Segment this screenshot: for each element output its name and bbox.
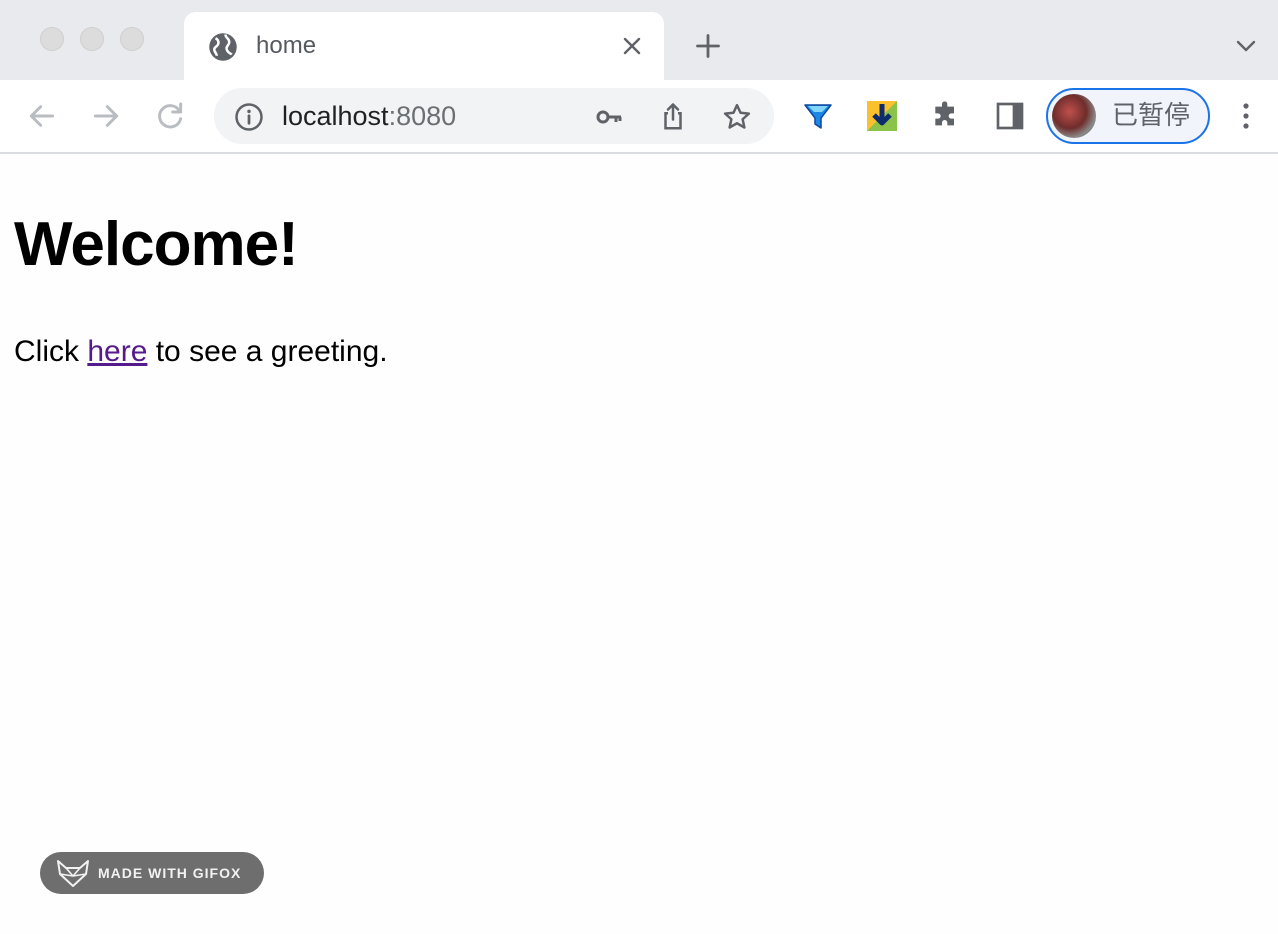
tab-title: home [256,32,317,59]
gifox-watermark: MADE WITH GIFOX [40,852,264,894]
page-title: Welcome! [14,210,299,279]
avatar [1052,94,1096,138]
url-text[interactable]: localhost:8080 [282,101,456,131]
puzzle-icon[interactable] [930,100,962,132]
browser-titlebar: home [0,0,1278,80]
side-panel-icon[interactable] [994,100,1026,132]
arrow-right-icon[interactable] [90,100,122,132]
close-icon[interactable] [620,34,644,58]
arrow-left-icon[interactable] [26,100,58,132]
kebab-menu-icon[interactable] [1236,100,1256,132]
message-suffix: to see a greeting. [147,335,388,368]
tab-home[interactable]: home [184,12,664,80]
greeting-link[interactable]: here [87,335,147,368]
profile-status-label: 已暂停 [1112,101,1191,131]
url-host: localhost [282,101,389,131]
watermark-text: MADE WITH GIFOX [98,865,242,881]
browser-toolbar: localhost:8080 已暂停 [0,80,1278,154]
key-icon[interactable] [594,102,624,132]
globe-icon [209,33,237,61]
profile-button[interactable]: 已暂停 [1046,88,1210,144]
info-icon[interactable] [234,102,264,132]
url-port: :8080 [388,101,457,131]
star-icon[interactable] [722,102,752,132]
fox-logo-icon [57,860,89,887]
reload-icon[interactable] [154,100,186,132]
close-window-button[interactable] [40,27,64,51]
zoom-window-button[interactable] [120,27,144,51]
greeting-message: Click here to see a greeting. [14,334,388,370]
download-extension-icon[interactable] [866,100,898,132]
address-bar[interactable]: localhost:8080 [214,88,774,144]
share-icon[interactable] [658,102,688,132]
message-prefix: Click [14,335,88,368]
chevron-down-icon[interactable] [1234,36,1258,56]
funnel-extension-icon[interactable] [802,100,834,132]
minimize-window-button[interactable] [80,27,104,51]
plus-icon[interactable] [694,32,722,60]
